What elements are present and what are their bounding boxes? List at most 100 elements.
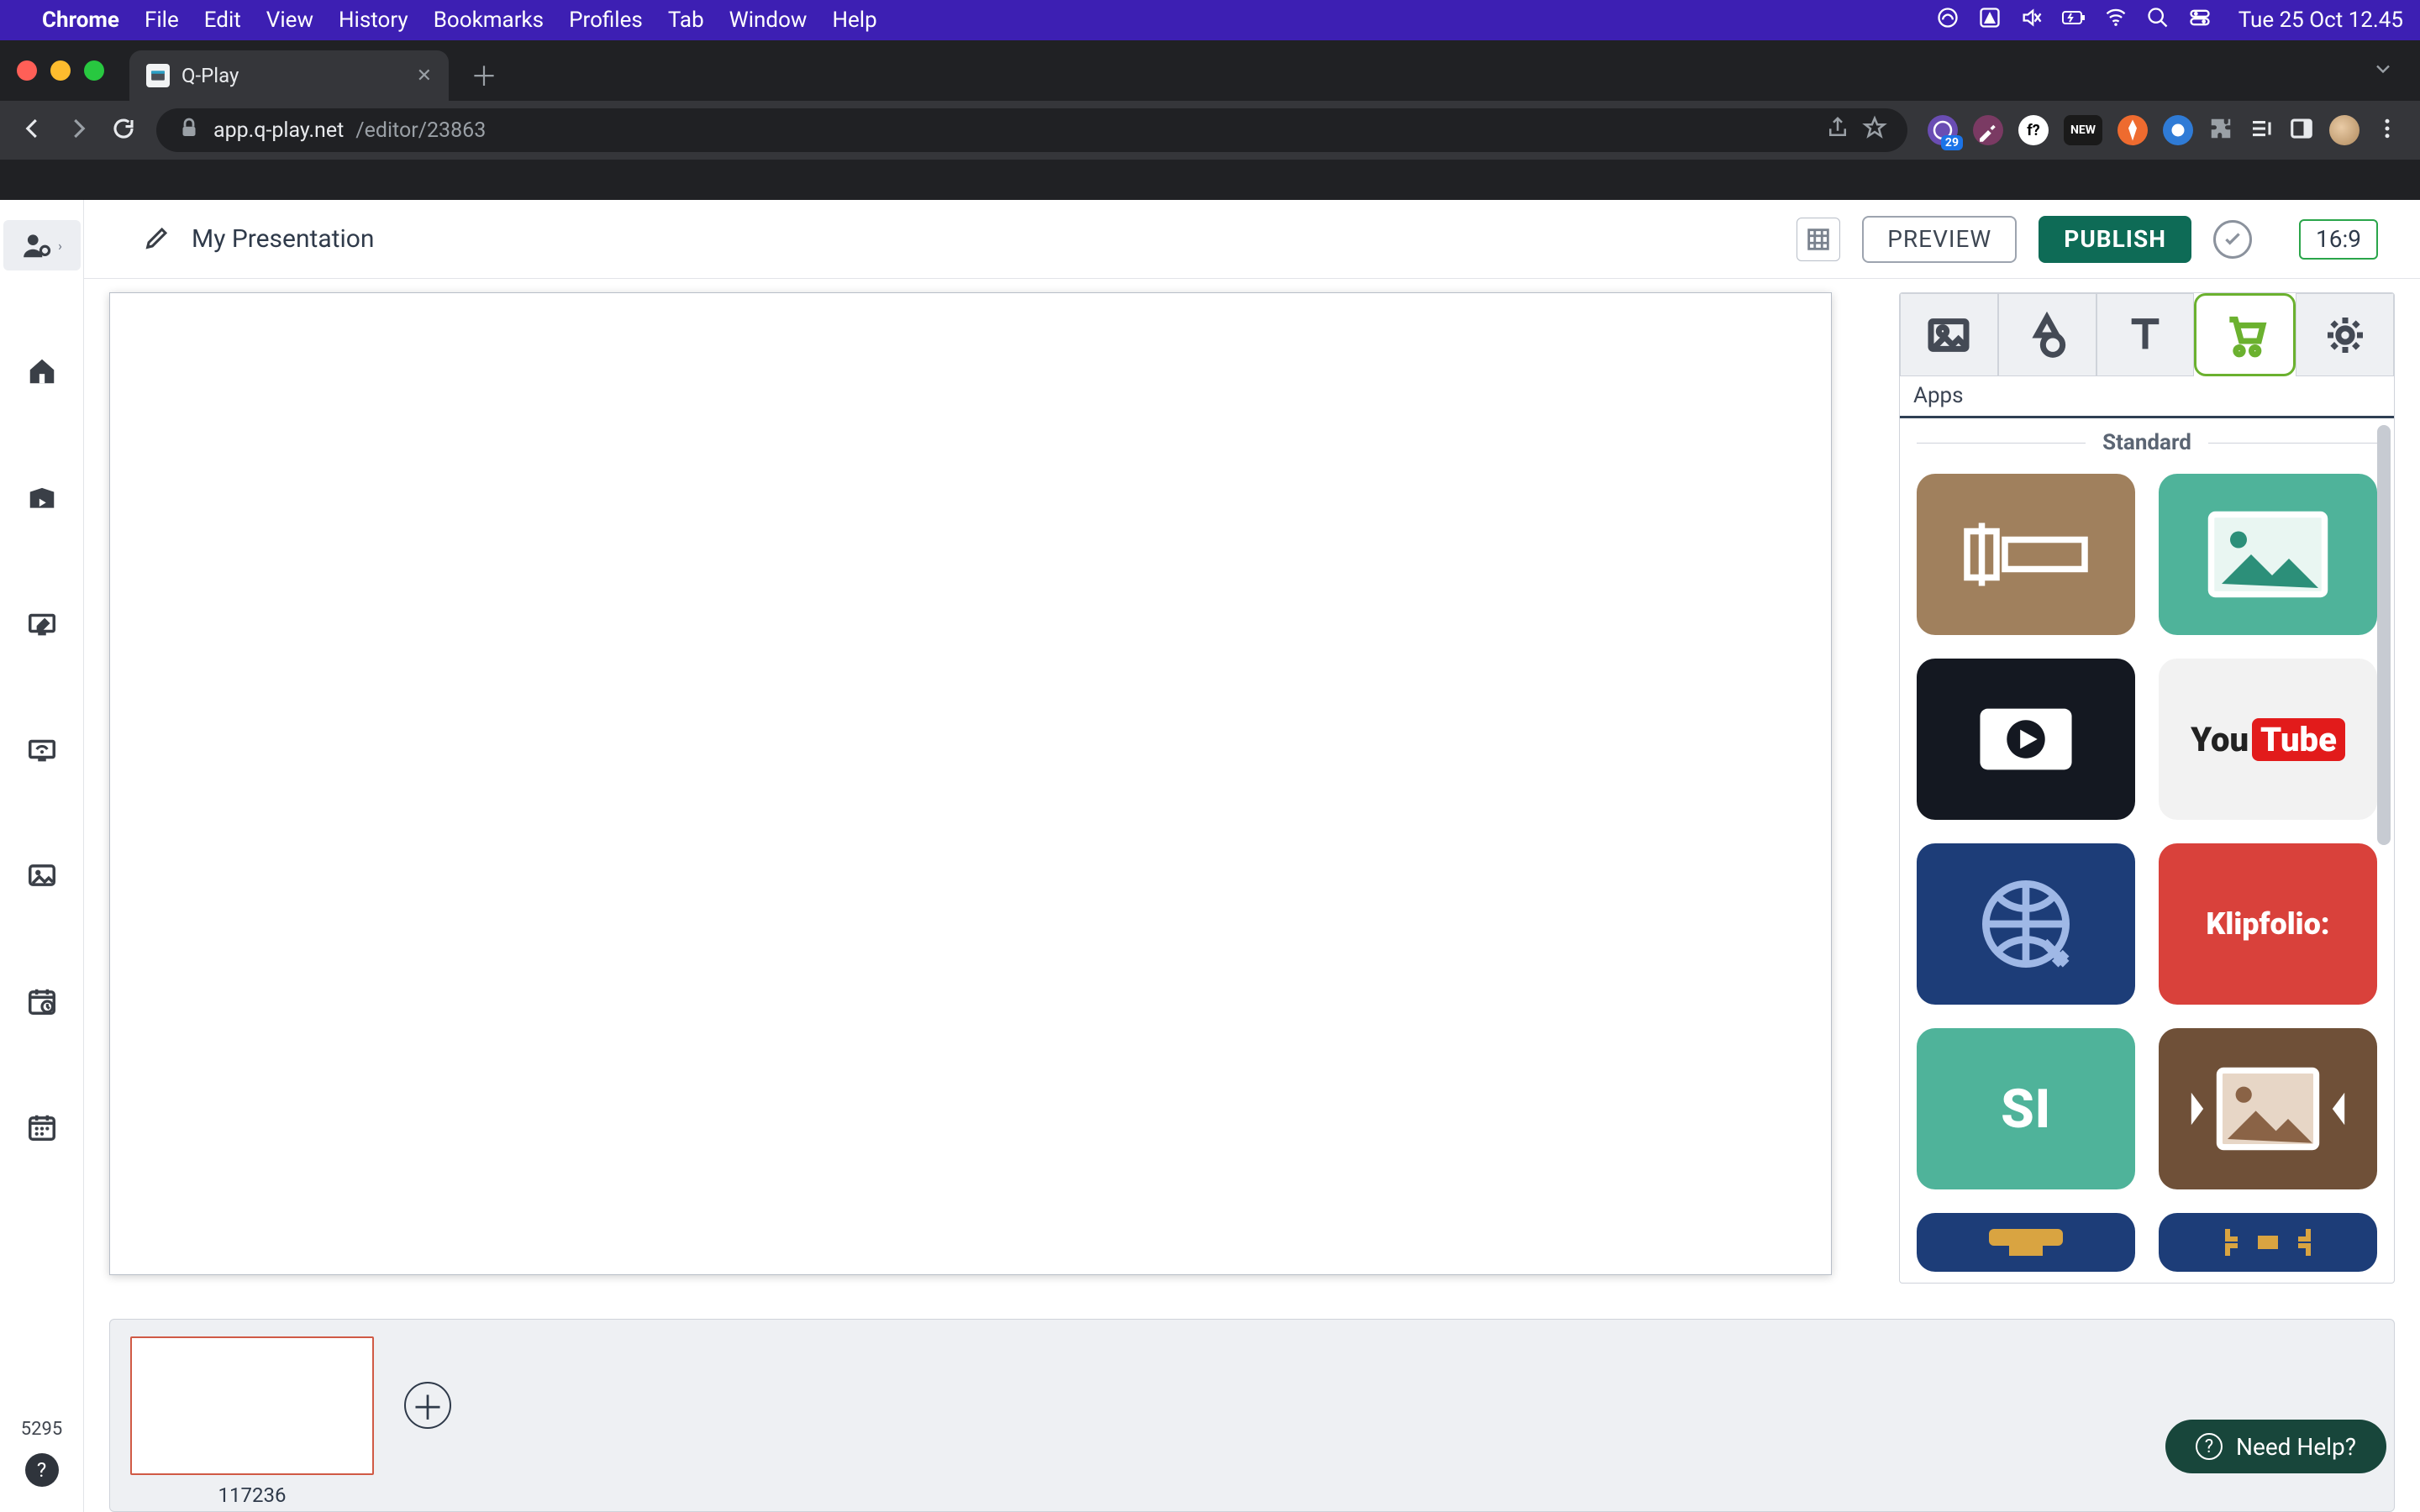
app-tile-web[interactable] xyxy=(1917,843,2135,1005)
browser-tab[interactable]: Q-Play ✕ xyxy=(129,50,449,101)
left-rail-help-button[interactable]: ? xyxy=(25,1453,59,1487)
app-tile-slideshow[interactable] xyxy=(2159,1028,2377,1189)
rp-tab-image[interactable] xyxy=(1900,293,1998,376)
extension-orange-icon[interactable] xyxy=(2118,115,2148,145)
klipfolio-label: Klipfolio: xyxy=(2206,906,2329,942)
mac-menu-window[interactable]: Window xyxy=(729,8,808,33)
add-slide-button[interactable]: ＋ xyxy=(404,1382,451,1429)
app-tile-si[interactable]: SI xyxy=(1917,1028,2135,1189)
volume-muted-icon[interactable] xyxy=(2020,6,2044,35)
window-minimize-button[interactable] xyxy=(50,60,71,81)
reading-list-icon[interactable] xyxy=(2249,116,2274,144)
spotlight-search-icon[interactable] xyxy=(2146,6,2170,35)
right-panel-scrollbar[interactable] xyxy=(2377,425,2391,845)
left-rail-video-box-item[interactable] xyxy=(17,472,67,522)
left-rail-expand-icon: › xyxy=(58,238,62,254)
bookmark-star-icon[interactable] xyxy=(1862,115,1887,146)
extension-eyedropper-icon[interactable] xyxy=(1973,115,2003,145)
left-rail-bottom-number: 5295 xyxy=(21,1419,62,1440)
window-close-button[interactable] xyxy=(17,60,37,81)
rp-tab-shapes[interactable] xyxy=(1998,293,2096,376)
left-rail-calendar-item[interactable] xyxy=(17,1102,67,1152)
aspect-ratio-selector[interactable]: 16:9 xyxy=(2299,219,2378,260)
window-zoom-button[interactable] xyxy=(84,60,104,81)
app-tile-klipfolio[interactable]: Klipfolio: xyxy=(2159,843,2377,1005)
nav-back-button[interactable] xyxy=(20,116,45,144)
extension-icons: 29 f? NEW xyxy=(1928,115,2400,145)
mac-datetime[interactable]: Tue 25 Oct 12.45 xyxy=(2238,8,2403,33)
mac-menu-file[interactable]: File xyxy=(145,8,179,33)
left-rail-media-item[interactable] xyxy=(17,850,67,900)
tab-overflow-button[interactable] xyxy=(2371,57,2395,84)
nav-forward-button xyxy=(66,116,91,144)
rp-tab-settings[interactable] xyxy=(2296,293,2394,376)
chrome-menu-button[interactable] xyxy=(2375,116,2400,144)
app-tile-qr-partial[interactable] xyxy=(2159,1213,2377,1272)
share-icon[interactable] xyxy=(1825,115,1850,146)
right-panel: Apps Standard You Tube xyxy=(1899,292,2395,1284)
mac-menu-edit[interactable]: Edit xyxy=(204,8,241,33)
left-rail-editor-item[interactable] xyxy=(17,598,67,648)
extension-purple-icon[interactable]: 29 xyxy=(1928,115,1958,145)
slide-id-label: 117236 xyxy=(218,1483,287,1507)
mac-menu-view[interactable]: View xyxy=(266,8,313,33)
extension-blue-circle-icon[interactable] xyxy=(2163,115,2193,145)
mac-app-name[interactable]: Chrome xyxy=(42,8,119,33)
extension-new-label[interactable]: NEW xyxy=(2064,115,2102,145)
youtube-tube-label: Tube xyxy=(2252,718,2345,761)
side-panel-icon[interactable] xyxy=(2289,116,2314,144)
preview-button[interactable]: PREVIEW xyxy=(1862,216,2017,263)
left-rail: › 5295 ? xyxy=(0,200,84,1512)
url-path: /editor/23863 xyxy=(355,118,486,143)
rp-subhead-apps: Apps xyxy=(1900,376,2394,418)
layout-grid-button[interactable] xyxy=(1797,218,1840,261)
new-tab-button[interactable]: ＋ xyxy=(471,55,497,94)
app-tile-youtube[interactable]: You Tube xyxy=(2159,659,2377,820)
control-center-icon[interactable] xyxy=(2188,6,2212,35)
rp-tab-apps[interactable] xyxy=(2194,293,2296,376)
edit-title-button[interactable] xyxy=(143,223,171,255)
status-square-icon[interactable] xyxy=(1978,6,2002,35)
tab-close-button[interactable]: ✕ xyxy=(417,66,432,87)
mac-menu-help[interactable]: Help xyxy=(832,8,876,33)
extensions-puzzle-icon[interactable] xyxy=(2208,116,2233,144)
si-label: SI xyxy=(2001,1078,2051,1141)
app-tile-text[interactable] xyxy=(1917,474,2135,635)
app-tile-image[interactable] xyxy=(2159,474,2377,635)
mac-menu-bookmarks[interactable]: Bookmarks xyxy=(434,8,544,33)
editor-toolbar: My Presentation PREVIEW PUBLISH 16:9 xyxy=(84,200,2420,279)
extension-badge-count: 29 xyxy=(1941,135,1963,150)
slide-thumbnail[interactable]: 117236 xyxy=(130,1336,374,1507)
rp-apps-grid: You Tube Klipfolio: SI xyxy=(1900,459,2394,1283)
left-rail-admin-item[interactable]: › xyxy=(3,220,81,270)
battery-charging-icon[interactable] xyxy=(2062,6,2086,35)
tab-title: Q-Play xyxy=(182,64,239,87)
profile-avatar-icon[interactable] xyxy=(2329,115,2360,145)
wifi-icon[interactable] xyxy=(2104,6,2128,35)
url-omnibox[interactable]: app.q-play.net/editor/23863 xyxy=(156,108,1907,152)
app-tile-bar-partial[interactable] xyxy=(1917,1213,2135,1272)
presentation-title[interactable]: My Presentation xyxy=(192,224,374,254)
left-rail-home-item[interactable] xyxy=(17,346,67,396)
mac-menu-history[interactable]: History xyxy=(339,8,408,33)
rp-tab-text[interactable] xyxy=(2096,293,2195,376)
chrome-toolbar: app.q-play.net/editor/23863 29 f? NEW xyxy=(0,101,2420,160)
mac-menu-profiles[interactable]: Profiles xyxy=(569,8,643,33)
slide-thumbnail-preview xyxy=(130,1336,374,1475)
mac-menu-tab[interactable]: Tab xyxy=(668,8,704,33)
status-check-icon[interactable] xyxy=(2213,220,2252,259)
left-rail-schedule-item[interactable] xyxy=(17,976,67,1026)
left-rail-screens-item[interactable] xyxy=(17,724,67,774)
need-help-button[interactable]: ? Need Help? xyxy=(2165,1420,2386,1473)
publish-button[interactable]: PUBLISH xyxy=(2039,216,2191,263)
extension-font-icon[interactable]: f? xyxy=(2018,115,2049,145)
site-lock-icon[interactable] xyxy=(176,115,202,146)
right-panel-tabs xyxy=(1900,293,2394,376)
slide-canvas[interactable] xyxy=(109,292,1832,1275)
nav-reload-button[interactable] xyxy=(111,116,136,144)
youtube-you-label: You xyxy=(2191,720,2249,759)
url-host: app.q-play.net xyxy=(213,118,344,143)
creative-cloud-icon[interactable] xyxy=(1936,6,1960,35)
rp-section-standard: Standard xyxy=(2102,430,2191,455)
app-tile-video[interactable] xyxy=(1917,659,2135,820)
